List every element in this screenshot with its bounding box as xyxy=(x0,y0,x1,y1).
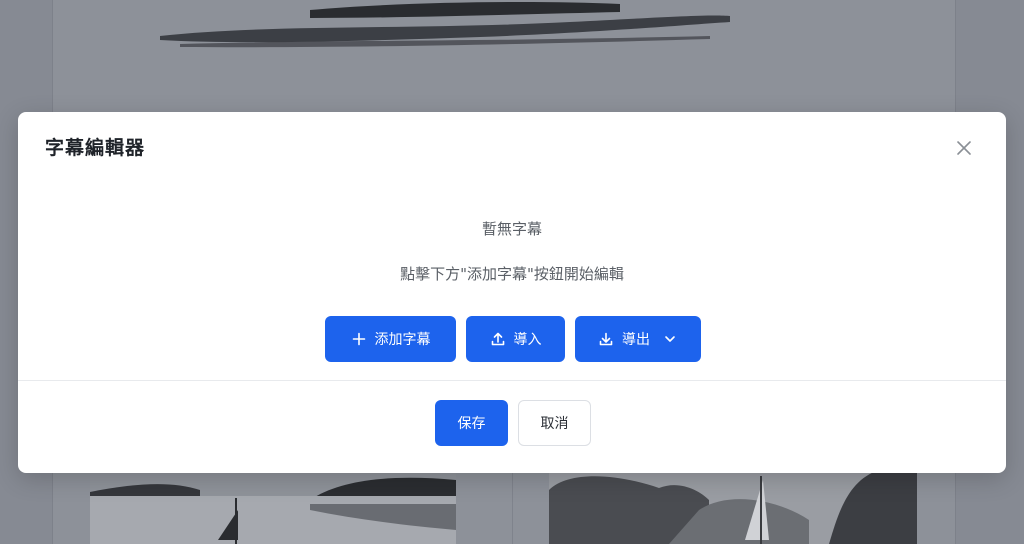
empty-state-title: 暫無字幕 xyxy=(481,220,542,238)
export-dropdown-button[interactable]: 導出 xyxy=(575,316,701,362)
chevron-down-icon xyxy=(665,336,675,342)
import-button[interactable]: 導入 xyxy=(466,316,565,362)
plus-icon xyxy=(352,332,365,346)
export-label: 導出 xyxy=(622,332,650,348)
dialog-header: 字幕編輯器 xyxy=(18,112,1006,178)
close-icon xyxy=(957,141,971,155)
add-subtitle-label: 添加字幕 xyxy=(374,332,431,348)
cancel-button[interactable]: 取消 xyxy=(518,400,591,446)
dialog-footer: 保存 取消 xyxy=(18,381,1006,473)
footer-button-row: 保存 取消 xyxy=(435,400,591,446)
close-button[interactable] xyxy=(954,138,974,158)
empty-state-hint: 點擊下方"添加字幕"按鈕開始編輯 xyxy=(400,265,624,283)
upload-icon xyxy=(491,332,504,346)
add-subtitle-button[interactable]: 添加字幕 xyxy=(325,316,456,362)
save-button[interactable]: 保存 xyxy=(435,400,508,446)
dialog-title: 字幕編輯器 xyxy=(45,137,146,159)
download-icon xyxy=(599,332,613,346)
subtitle-editor-dialog: 字幕編輯器 暫無字幕 點擊下方"添加字幕"按鈕開始編輯 添加字幕 導入 導出 保… xyxy=(18,112,1006,473)
dialog-body: 暫無字幕 點擊下方"添加字幕"按鈕開始編輯 添加字幕 導入 導出 xyxy=(18,178,1006,380)
action-button-row: 添加字幕 導入 導出 xyxy=(325,316,701,362)
import-label: 導入 xyxy=(513,332,542,348)
